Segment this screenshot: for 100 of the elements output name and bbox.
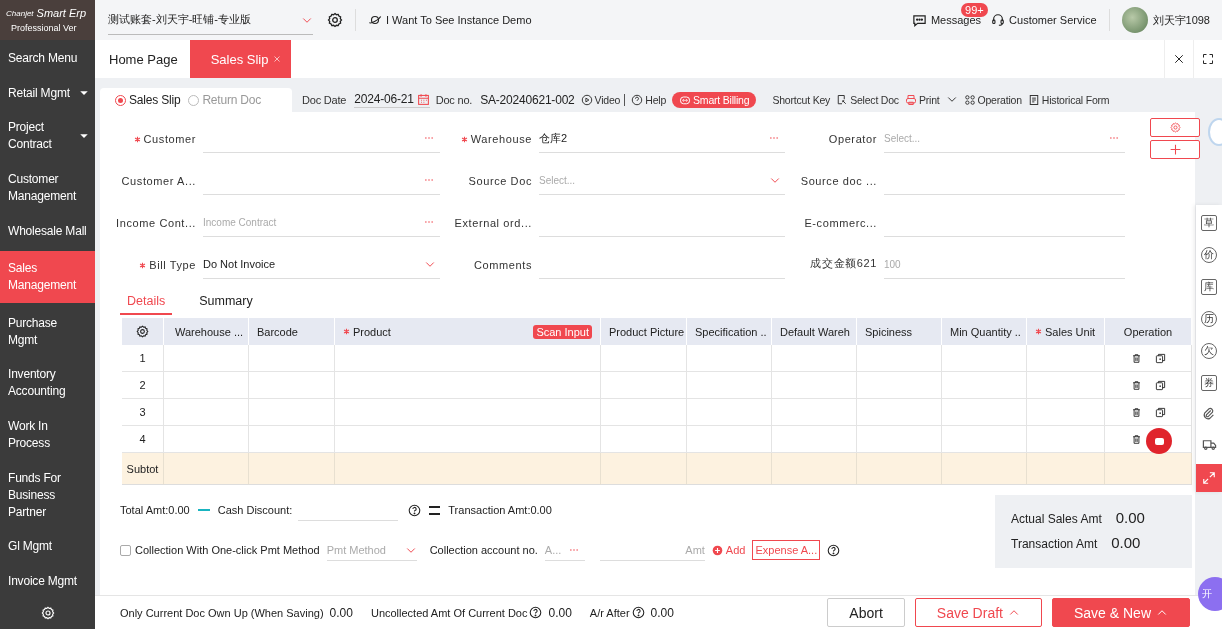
sidebar-item[interactable]: Work In Process: [0, 412, 95, 458]
column-header[interactable]: Barcode: [249, 318, 335, 345]
save-draft-button[interactable]: Save Draft: [914, 598, 1042, 627]
sidebar-item[interactable]: Wholesale Mall: [0, 216, 95, 246]
tab[interactable]: Summary: [192, 294, 260, 315]
expand-button[interactable]: [1196, 464, 1222, 492]
table-cell[interactable]: [687, 399, 772, 426]
table-cell[interactable]: [335, 345, 601, 372]
column-header[interactable]: Sales Unit: [1027, 318, 1105, 345]
column-header[interactable]: Spiciness: [857, 318, 942, 345]
delivery-button[interactable]: [1201, 437, 1217, 452]
sidebar-item[interactable]: Invoice Mgmt: [0, 566, 95, 596]
table-cell[interactable]: [772, 399, 857, 426]
table-cell[interactable]: [857, 399, 942, 426]
checkbox[interactable]: Collection With One-click Pmt Method: [120, 544, 320, 556]
sidebar-item[interactable]: Inventory Accounting: [0, 360, 95, 407]
toolbar-link[interactable]: Select Doc: [836, 94, 899, 106]
sidebar-item[interactable]: Retail Mgmt: [0, 78, 95, 108]
tab[interactable]: Sales Slip: [189, 40, 292, 78]
rail-button[interactable]: 草: [1201, 215, 1217, 231]
table-cell[interactable]: [249, 372, 335, 399]
table-cell[interactable]: [687, 345, 772, 372]
column-header[interactable]: Specification ..: [687, 318, 772, 345]
abort-button[interactable]: Abort: [827, 598, 905, 627]
sidebar-item[interactable]: Customer Management: [0, 164, 95, 211]
table-cell[interactable]: [335, 372, 601, 399]
table-cell[interactable]: [164, 372, 249, 399]
sidebar-item[interactable]: Search Menu: [0, 44, 95, 73]
column-header[interactable]: Min Quantity ..: [942, 318, 1027, 345]
status-label: A/r After: [589, 606, 630, 619]
summary-label: Transaction Amt: [1011, 537, 1098, 551]
column-header[interactable]: Default Wareh: [772, 318, 857, 345]
shortcut-key-link[interactable]: Shortcut Key: [772, 94, 831, 106]
user-name[interactable]: 刘天宇1098: [1152, 12, 1210, 28]
column-header[interactable]: Product Scan Input: [335, 318, 601, 345]
sidebar-item[interactable]: Sales Management: [0, 251, 95, 304]
grid-icon: [963, 94, 976, 106]
table-cell[interactable]: [249, 345, 335, 372]
sidebar-item[interactable]: Purchase Mgmt: [0, 308, 95, 355]
radio-button[interactable]: Sales Slip: [115, 93, 181, 107]
expense-button[interactable]: Expense A...: [752, 540, 821, 560]
total-amount: Total Amt:0.00: [120, 504, 190, 516]
table-cell[interactable]: [942, 372, 1027, 399]
smart-billing-button[interactable]: Smart Billing: [672, 92, 757, 108]
sidebar-item[interactable]: Gl Mgmt: [0, 532, 95, 562]
table-cell[interactable]: [687, 372, 772, 399]
demo-link[interactable]: I Want To See Instance Demo: [368, 13, 532, 27]
scan-input-button[interactable]: Scan Input: [533, 324, 592, 339]
required-icon: [133, 135, 141, 143]
toolbar-link[interactable]: Historical Form: [1027, 94, 1110, 106]
chat-icon: [911, 12, 927, 28]
lookup-field[interactable]: 仓库2: [539, 124, 785, 153]
table-cell[interactable]: [942, 399, 1027, 426]
table-cell[interactable]: [249, 399, 335, 426]
table-cell[interactable]: [857, 372, 942, 399]
tab[interactable]: Details: [120, 294, 173, 315]
dropdown-field[interactable]: Do Not Invoice: [203, 250, 440, 279]
toolbar-link[interactable]: Operation: [963, 94, 1022, 106]
table-cell[interactable]: [335, 399, 601, 426]
rail-button[interactable]: 库: [1201, 279, 1217, 295]
table-cell[interactable]: [1027, 399, 1105, 426]
rail-button[interactable]: 券: [1201, 375, 1217, 391]
field-label: 成交金额621: [809, 256, 877, 271]
avatar[interactable]: [1121, 7, 1148, 33]
date-field[interactable]: 2024-06-21: [354, 92, 430, 108]
add-button[interactable]: [1150, 140, 1200, 159]
customer-service-button[interactable]: Customer Service: [991, 13, 1097, 27]
column-header[interactable]: Product Picture: [601, 318, 687, 345]
field-label: Customer: [108, 133, 196, 153]
chat-button[interactable]: [1146, 428, 1172, 454]
tab[interactable]: Home Page: [97, 40, 190, 78]
sidebar-item[interactable]: Funds For Business Partner: [0, 463, 95, 527]
field-label: Comments: [473, 259, 532, 273]
table-cell[interactable]: [1027, 372, 1105, 399]
attachment-button[interactable]: [1202, 407, 1216, 421]
sidebar-item[interactable]: Project Contract: [0, 113, 95, 160]
table-cell[interactable]: [857, 345, 942, 372]
trash-icon: [1130, 379, 1142, 391]
column-header[interactable]: Warehouse ...: [164, 318, 249, 345]
equals-sign: [429, 505, 441, 515]
table-cell[interactable]: [1027, 345, 1105, 372]
toolbar-link[interactable]: Video: [580, 94, 621, 106]
table-cell[interactable]: [772, 372, 857, 399]
help-icon: [631, 94, 644, 106]
status-value: 0.00: [548, 605, 572, 620]
table-cell[interactable]: [164, 345, 249, 372]
table-cell[interactable]: [942, 345, 1027, 372]
table-cell[interactable]: [601, 345, 687, 372]
account-dropdown[interactable]: 测试账套-刘天宇-旺铺-专业版: [108, 5, 313, 35]
column-header[interactable]: Operation: [1105, 318, 1192, 345]
table-cell[interactable]: [601, 399, 687, 426]
help-icon: [408, 503, 422, 517]
settings-button[interactable]: [1150, 118, 1200, 137]
toolbar-link[interactable]: Print: [904, 93, 958, 107]
table-cell[interactable]: [601, 372, 687, 399]
toolbar-link[interactable]: Help: [631, 94, 667, 106]
add-link[interactable]: Add: [711, 544, 746, 556]
table-cell[interactable]: [772, 345, 857, 372]
table-cell[interactable]: [164, 399, 249, 426]
save-new-button[interactable]: Save & New: [1051, 598, 1190, 627]
